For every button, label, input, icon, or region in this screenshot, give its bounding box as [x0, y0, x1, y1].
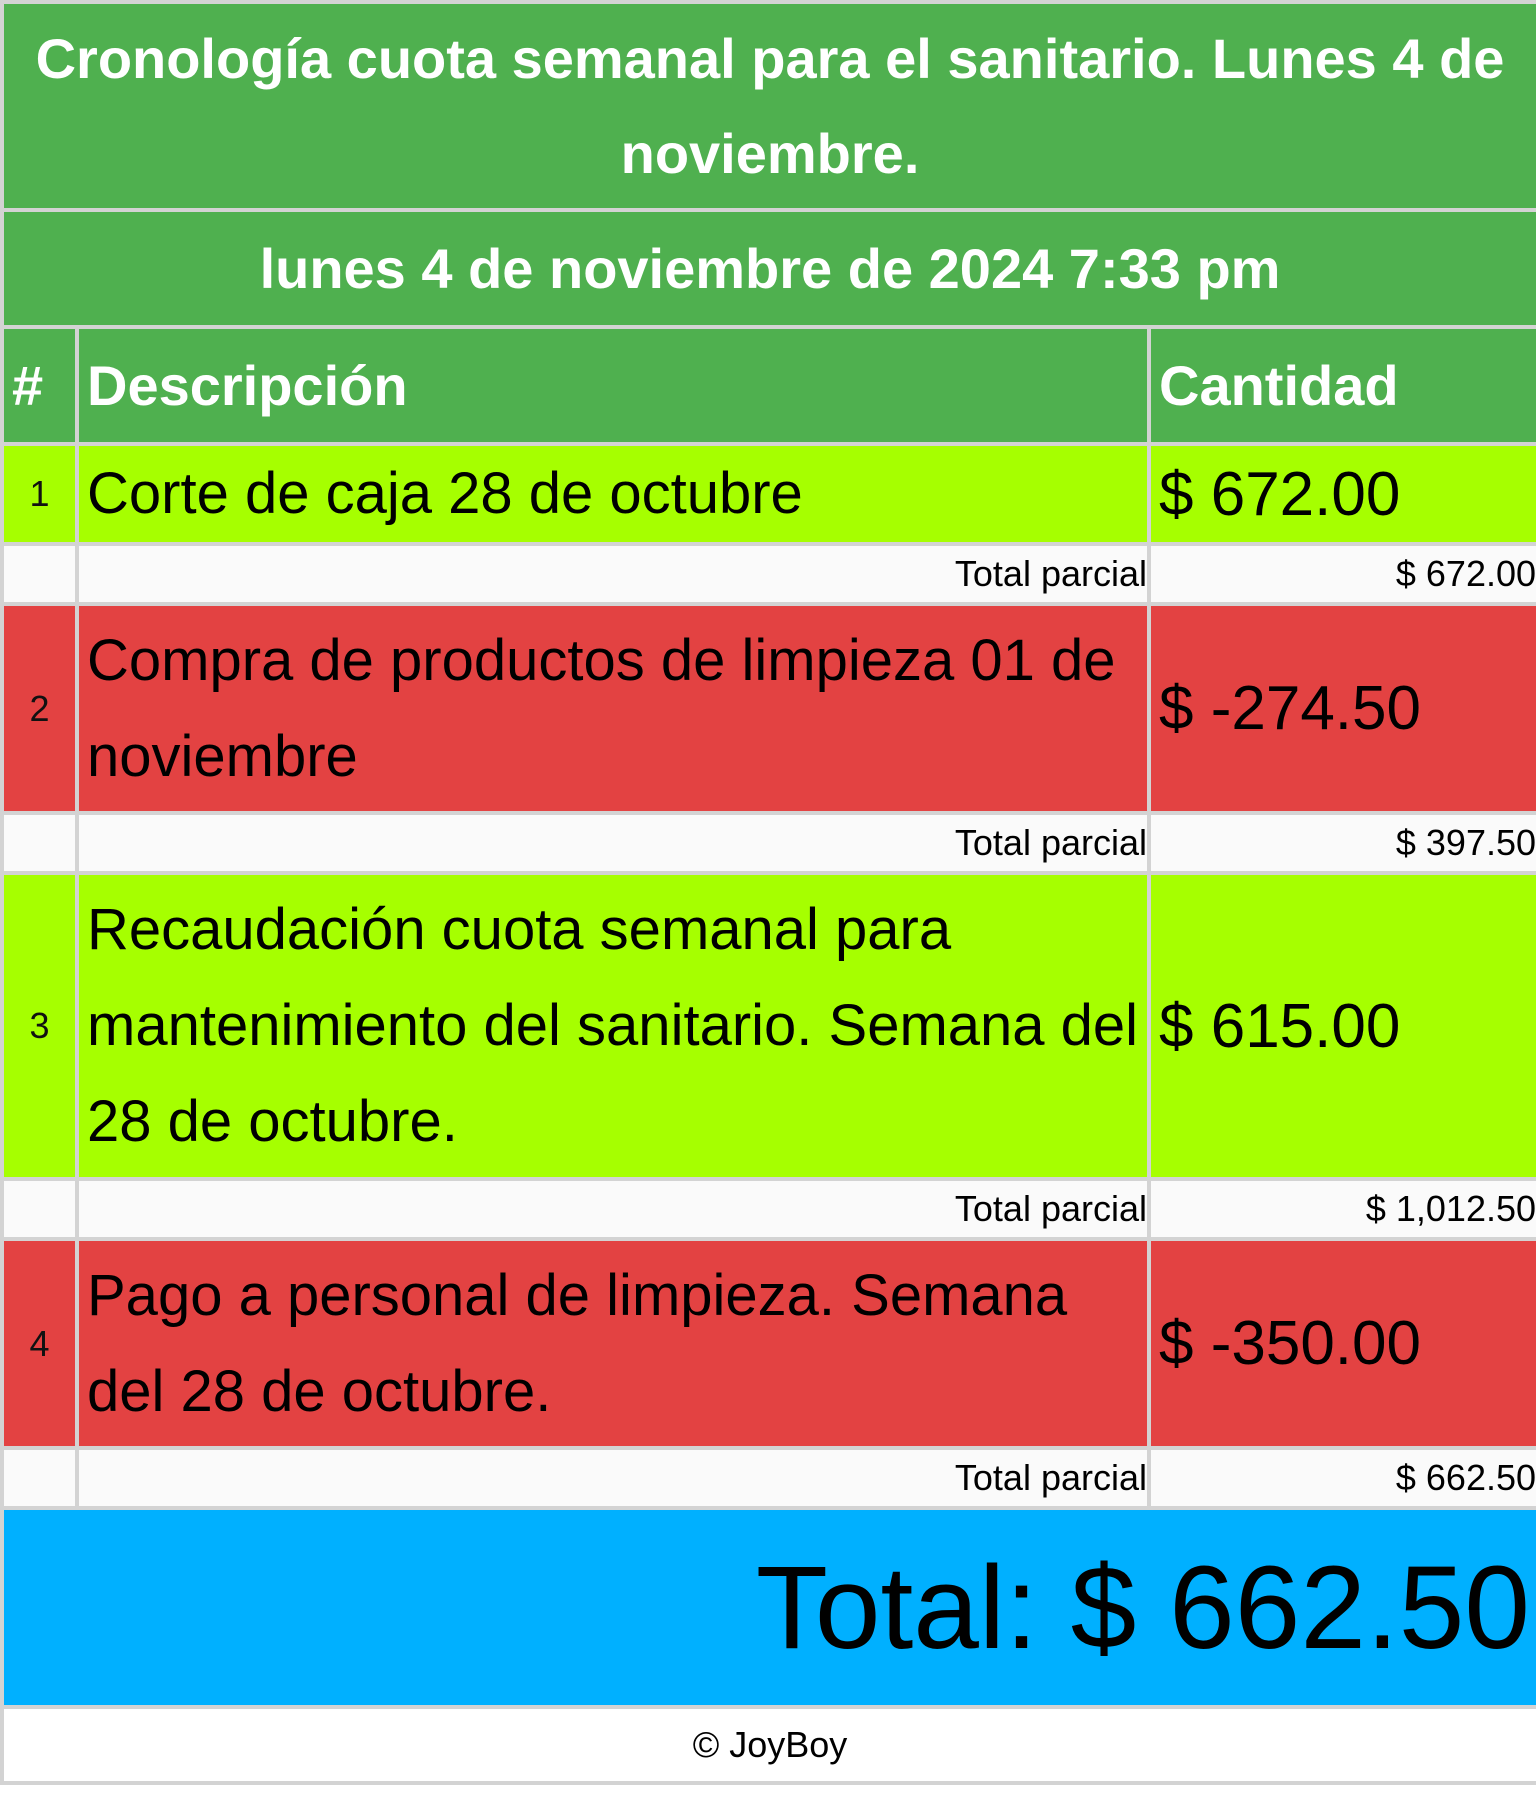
subtotal-row: Total parcial $ 662.50 — [0, 1446, 1536, 1510]
subtotal-row: Total parcial $ 397.50 — [0, 811, 1536, 875]
footer-row: © JoyBoy — [0, 1705, 1536, 1785]
subtotal-spacer — [0, 542, 79, 606]
total-row: Total: $ 662.50 — [0, 1506, 1536, 1709]
subtotal-row: Total parcial $ 672.00 — [0, 542, 1536, 606]
row-number: 1 — [0, 442, 79, 546]
subtotal-value: $ 397.50 — [1146, 811, 1536, 875]
table-row: 2 Compra de productos de limpieza 01 de … — [0, 602, 1536, 815]
row-description: Corte de caja 28 de octubre — [75, 442, 1151, 546]
report-date: lunes 4 de noviembre de 2024 7:33 pm — [0, 208, 1536, 329]
table-row: 1 Corte de caja 28 de octubre $ 672.00 — [0, 442, 1536, 546]
row-number: 2 — [0, 602, 79, 815]
column-header-row: # Descripción Cantidad — [0, 325, 1536, 446]
page-title: Cronología cuota semanal para el sanitar… — [0, 0, 1536, 212]
ledger-table: Cronología cuota semanal para el sanitar… — [0, 0, 1536, 1785]
subtotal-label: Total parcial — [75, 542, 1151, 606]
row-description: Pago a personal de limpieza. Semana del … — [75, 1237, 1151, 1450]
row-amount: $ 672.00 — [1146, 442, 1536, 546]
subtotal-value: $ 672.00 — [1146, 542, 1536, 606]
column-header-num: # — [0, 325, 79, 446]
column-header-description: Descripción — [75, 325, 1151, 446]
row-amount: $ -350.00 — [1146, 1237, 1536, 1450]
date-row: lunes 4 de noviembre de 2024 7:33 pm — [0, 208, 1536, 329]
row-number: 4 — [0, 1237, 79, 1450]
grand-total: Total: $ 662.50 — [0, 1506, 1536, 1709]
subtotal-label: Total parcial — [75, 1177, 1151, 1241]
subtotal-spacer — [0, 1446, 79, 1510]
column-header-amount: Cantidad — [1146, 325, 1536, 446]
table-row: 4 Pago a personal de limpieza. Semana de… — [0, 1237, 1536, 1450]
subtotal-label: Total parcial — [75, 811, 1151, 875]
title-row: Cronología cuota semanal para el sanitar… — [0, 0, 1536, 212]
subtotal-value: $ 662.50 — [1146, 1446, 1536, 1510]
table-row: 3 Recaudación cuota semanal para manteni… — [0, 871, 1536, 1181]
copyright-footer: © JoyBoy — [0, 1705, 1536, 1785]
row-description: Recaudación cuota semanal para mantenimi… — [75, 871, 1151, 1181]
subtotal-label: Total parcial — [75, 1446, 1151, 1510]
row-amount: $ 615.00 — [1146, 871, 1536, 1181]
row-number: 3 — [0, 871, 79, 1181]
row-amount: $ -274.50 — [1146, 602, 1536, 815]
subtotal-value: $ 1,012.50 — [1146, 1177, 1536, 1241]
subtotal-row: Total parcial $ 1,012.50 — [0, 1177, 1536, 1241]
subtotal-spacer — [0, 1177, 79, 1241]
row-description: Compra de productos de limpieza 01 de no… — [75, 602, 1151, 815]
subtotal-spacer — [0, 811, 79, 875]
